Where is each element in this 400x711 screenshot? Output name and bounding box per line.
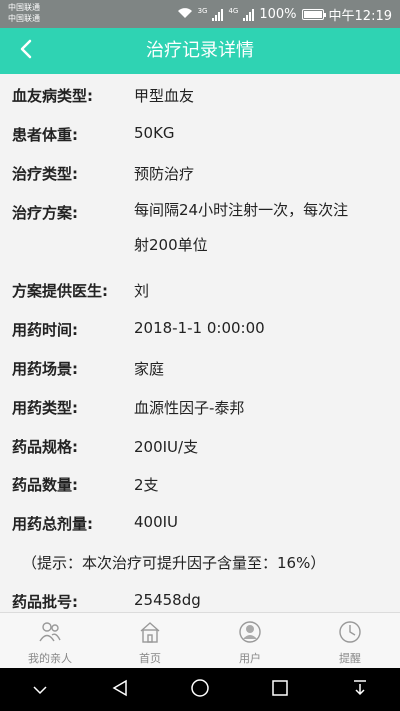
battery-fill [303, 11, 322, 18]
field-value: 200IU/支 [134, 438, 199, 456]
page-title: 治疗记录详情 [146, 40, 254, 61]
family-icon [38, 621, 62, 647]
field-value: 甲型血友 [134, 87, 195, 105]
field-label: 方案提供医生: [12, 282, 108, 300]
field-value: 2支 [134, 476, 159, 494]
tab-label: 首页 [139, 652, 161, 665]
system-nav-bar [0, 668, 400, 711]
field-value: 25458dg [134, 591, 201, 609]
field-value: 刘 [134, 282, 150, 300]
tab-label: 用户 [239, 652, 261, 665]
network-type-2: 4G [228, 6, 239, 15]
field-value: 2018-1-1 0:00:00 [134, 319, 265, 337]
tab-label: 提醒 [339, 652, 361, 665]
tab-user[interactable]: 用户 [200, 613, 300, 668]
collapse-icon [32, 680, 48, 699]
home-icon [138, 621, 162, 647]
tab-home[interactable]: 首页 [100, 613, 200, 668]
signal-icon [212, 8, 224, 21]
field-value: 400IU [134, 513, 179, 531]
field-label: 用药类型: [12, 399, 78, 417]
system-home-button[interactable] [180, 670, 220, 710]
bottom-tab-bar: 我的亲人 首页 用户 提醒 [0, 612, 400, 668]
field-label: 药品规格: [12, 438, 78, 456]
field-label: 药品数量: [12, 476, 78, 494]
field-label: 用药总剂量: [12, 515, 93, 533]
record-detail: 血友病类型: 甲型血友 患者体重: 50KG 治疗类型: 预防治疗 治疗方案: … [0, 74, 400, 612]
tab-label: 我的亲人 [28, 652, 72, 665]
field-label: 药品批号: [12, 593, 78, 611]
signal-icon-2 [243, 8, 255, 21]
field-value: 预防治疗 [134, 165, 195, 183]
recents-square-icon [271, 679, 289, 701]
system-back-button[interactable] [100, 670, 140, 710]
status-bar: 中国联通 中国联通 3G 4G 100% 中午12:19 [0, 0, 400, 28]
title-bar: 治疗记录详情 [0, 28, 400, 74]
carrier-info: 中国联通 中国联通 [8, 2, 40, 24]
field-value: 血源性因子-泰邦 [134, 399, 245, 417]
carrier-1: 中国联通 [8, 3, 40, 12]
field-label: 用药时间: [12, 321, 78, 339]
wifi-icon [177, 7, 193, 23]
factor-increase-tip: （提示：本次治疗可提升因子含量至：16%） [22, 554, 326, 572]
notification-pull-icon [351, 679, 369, 701]
network-type-1: 3G [197, 6, 208, 15]
field-value: 家庭 [134, 360, 165, 378]
user-icon [238, 621, 262, 647]
notification-pull-button[interactable] [340, 670, 380, 710]
collapse-button[interactable] [20, 670, 60, 710]
carrier-2: 中国联通 [8, 14, 40, 23]
tab-reminder[interactable]: 提醒 [300, 613, 400, 668]
clock-time: 中午12:19 [328, 9, 392, 24]
field-label: 用药场景: [12, 360, 78, 378]
status-indicators: 3G 4G 100% 中午12:19 [177, 5, 392, 24]
back-triangle-icon [111, 679, 129, 701]
home-circle-icon [190, 678, 210, 702]
field-label: 患者体重: [12, 126, 78, 144]
field-label: 治疗方案: [12, 204, 78, 222]
clock-icon [338, 621, 362, 647]
system-recents-button[interactable] [260, 670, 300, 710]
tab-my-relatives[interactable]: 我的亲人 [0, 613, 100, 668]
field-value: 50KG [134, 124, 175, 142]
battery-icon [301, 9, 326, 20]
field-label: 治疗类型: [12, 165, 78, 183]
field-value: 每间隔24小时注射一次，每次注射200单位 [134, 201, 349, 254]
battery-percent: 100% [259, 7, 297, 22]
field-label: 血友病类型: [12, 87, 93, 105]
